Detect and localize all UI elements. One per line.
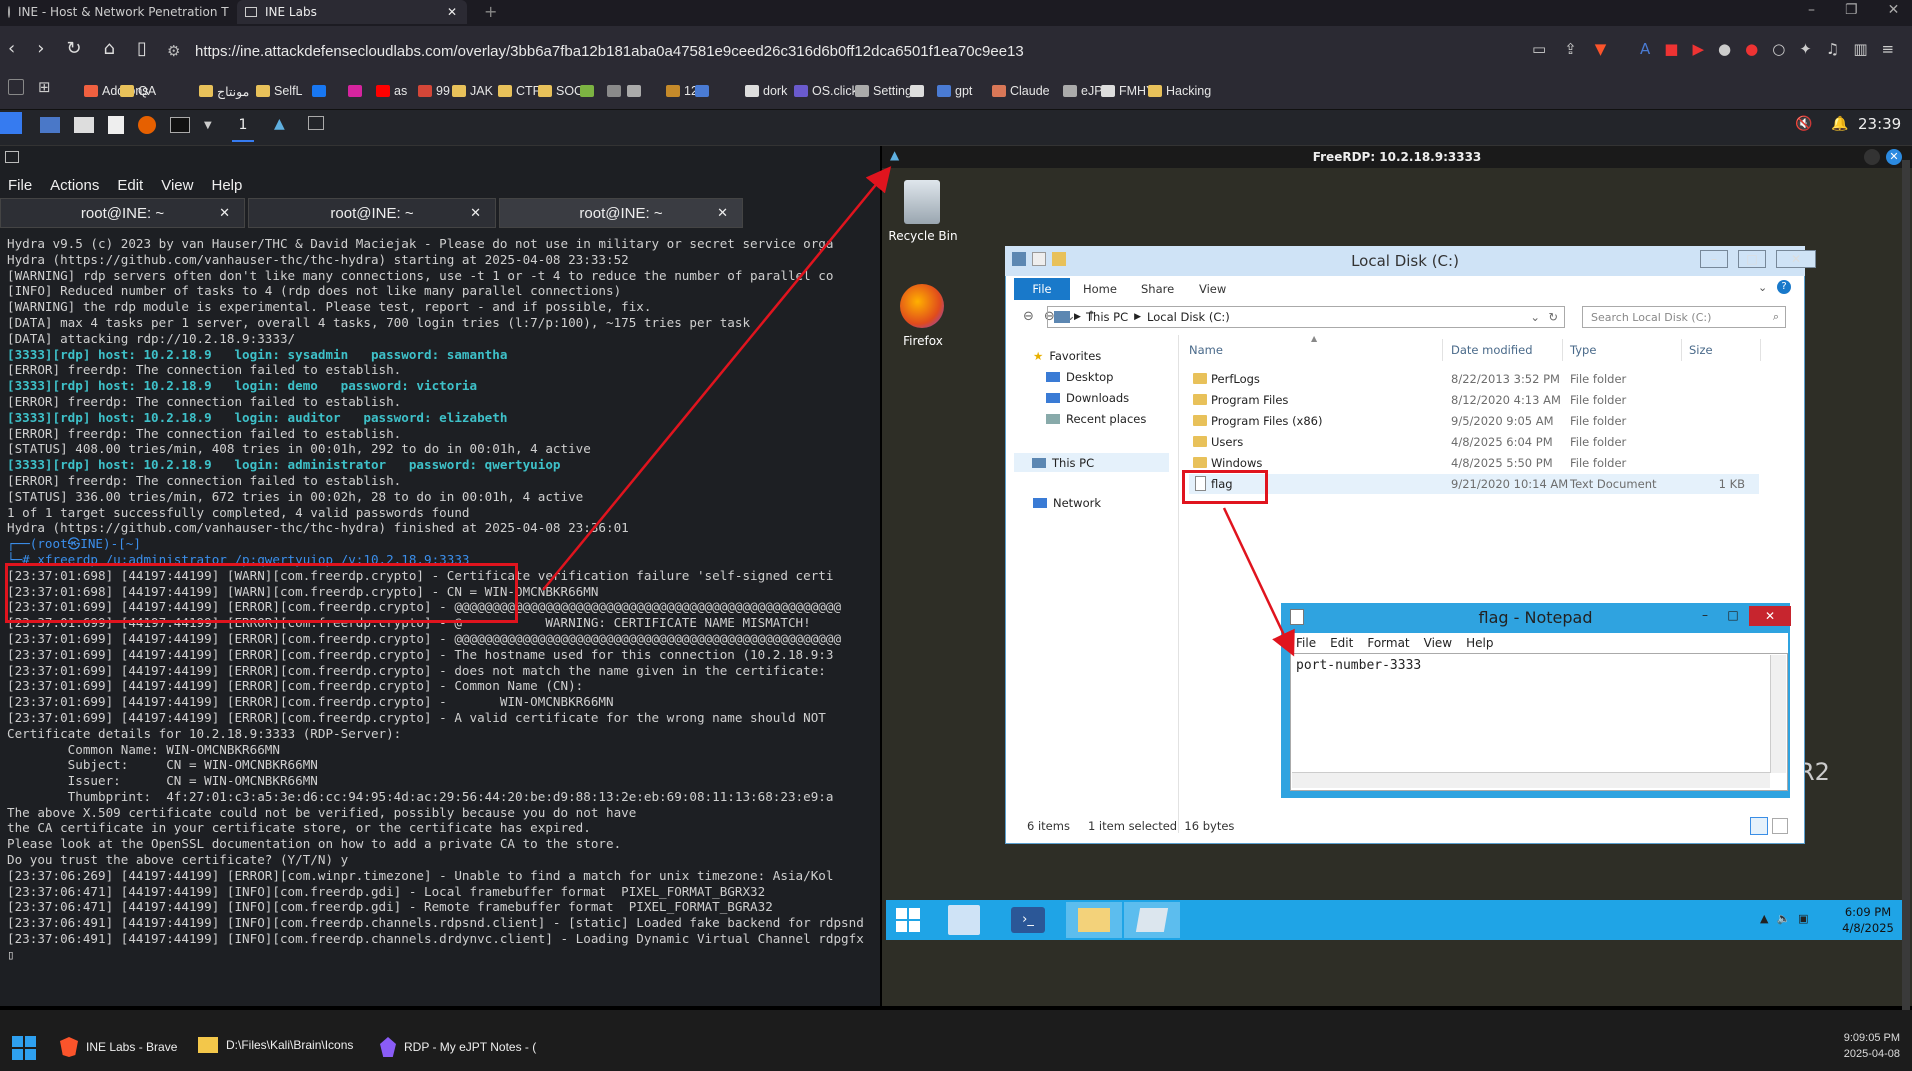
arrow-to-notepad bbox=[1222, 507, 1295, 657]
arrow-to-rdp bbox=[542, 166, 892, 591]
annotation-arrows bbox=[542, 166, 1295, 657]
